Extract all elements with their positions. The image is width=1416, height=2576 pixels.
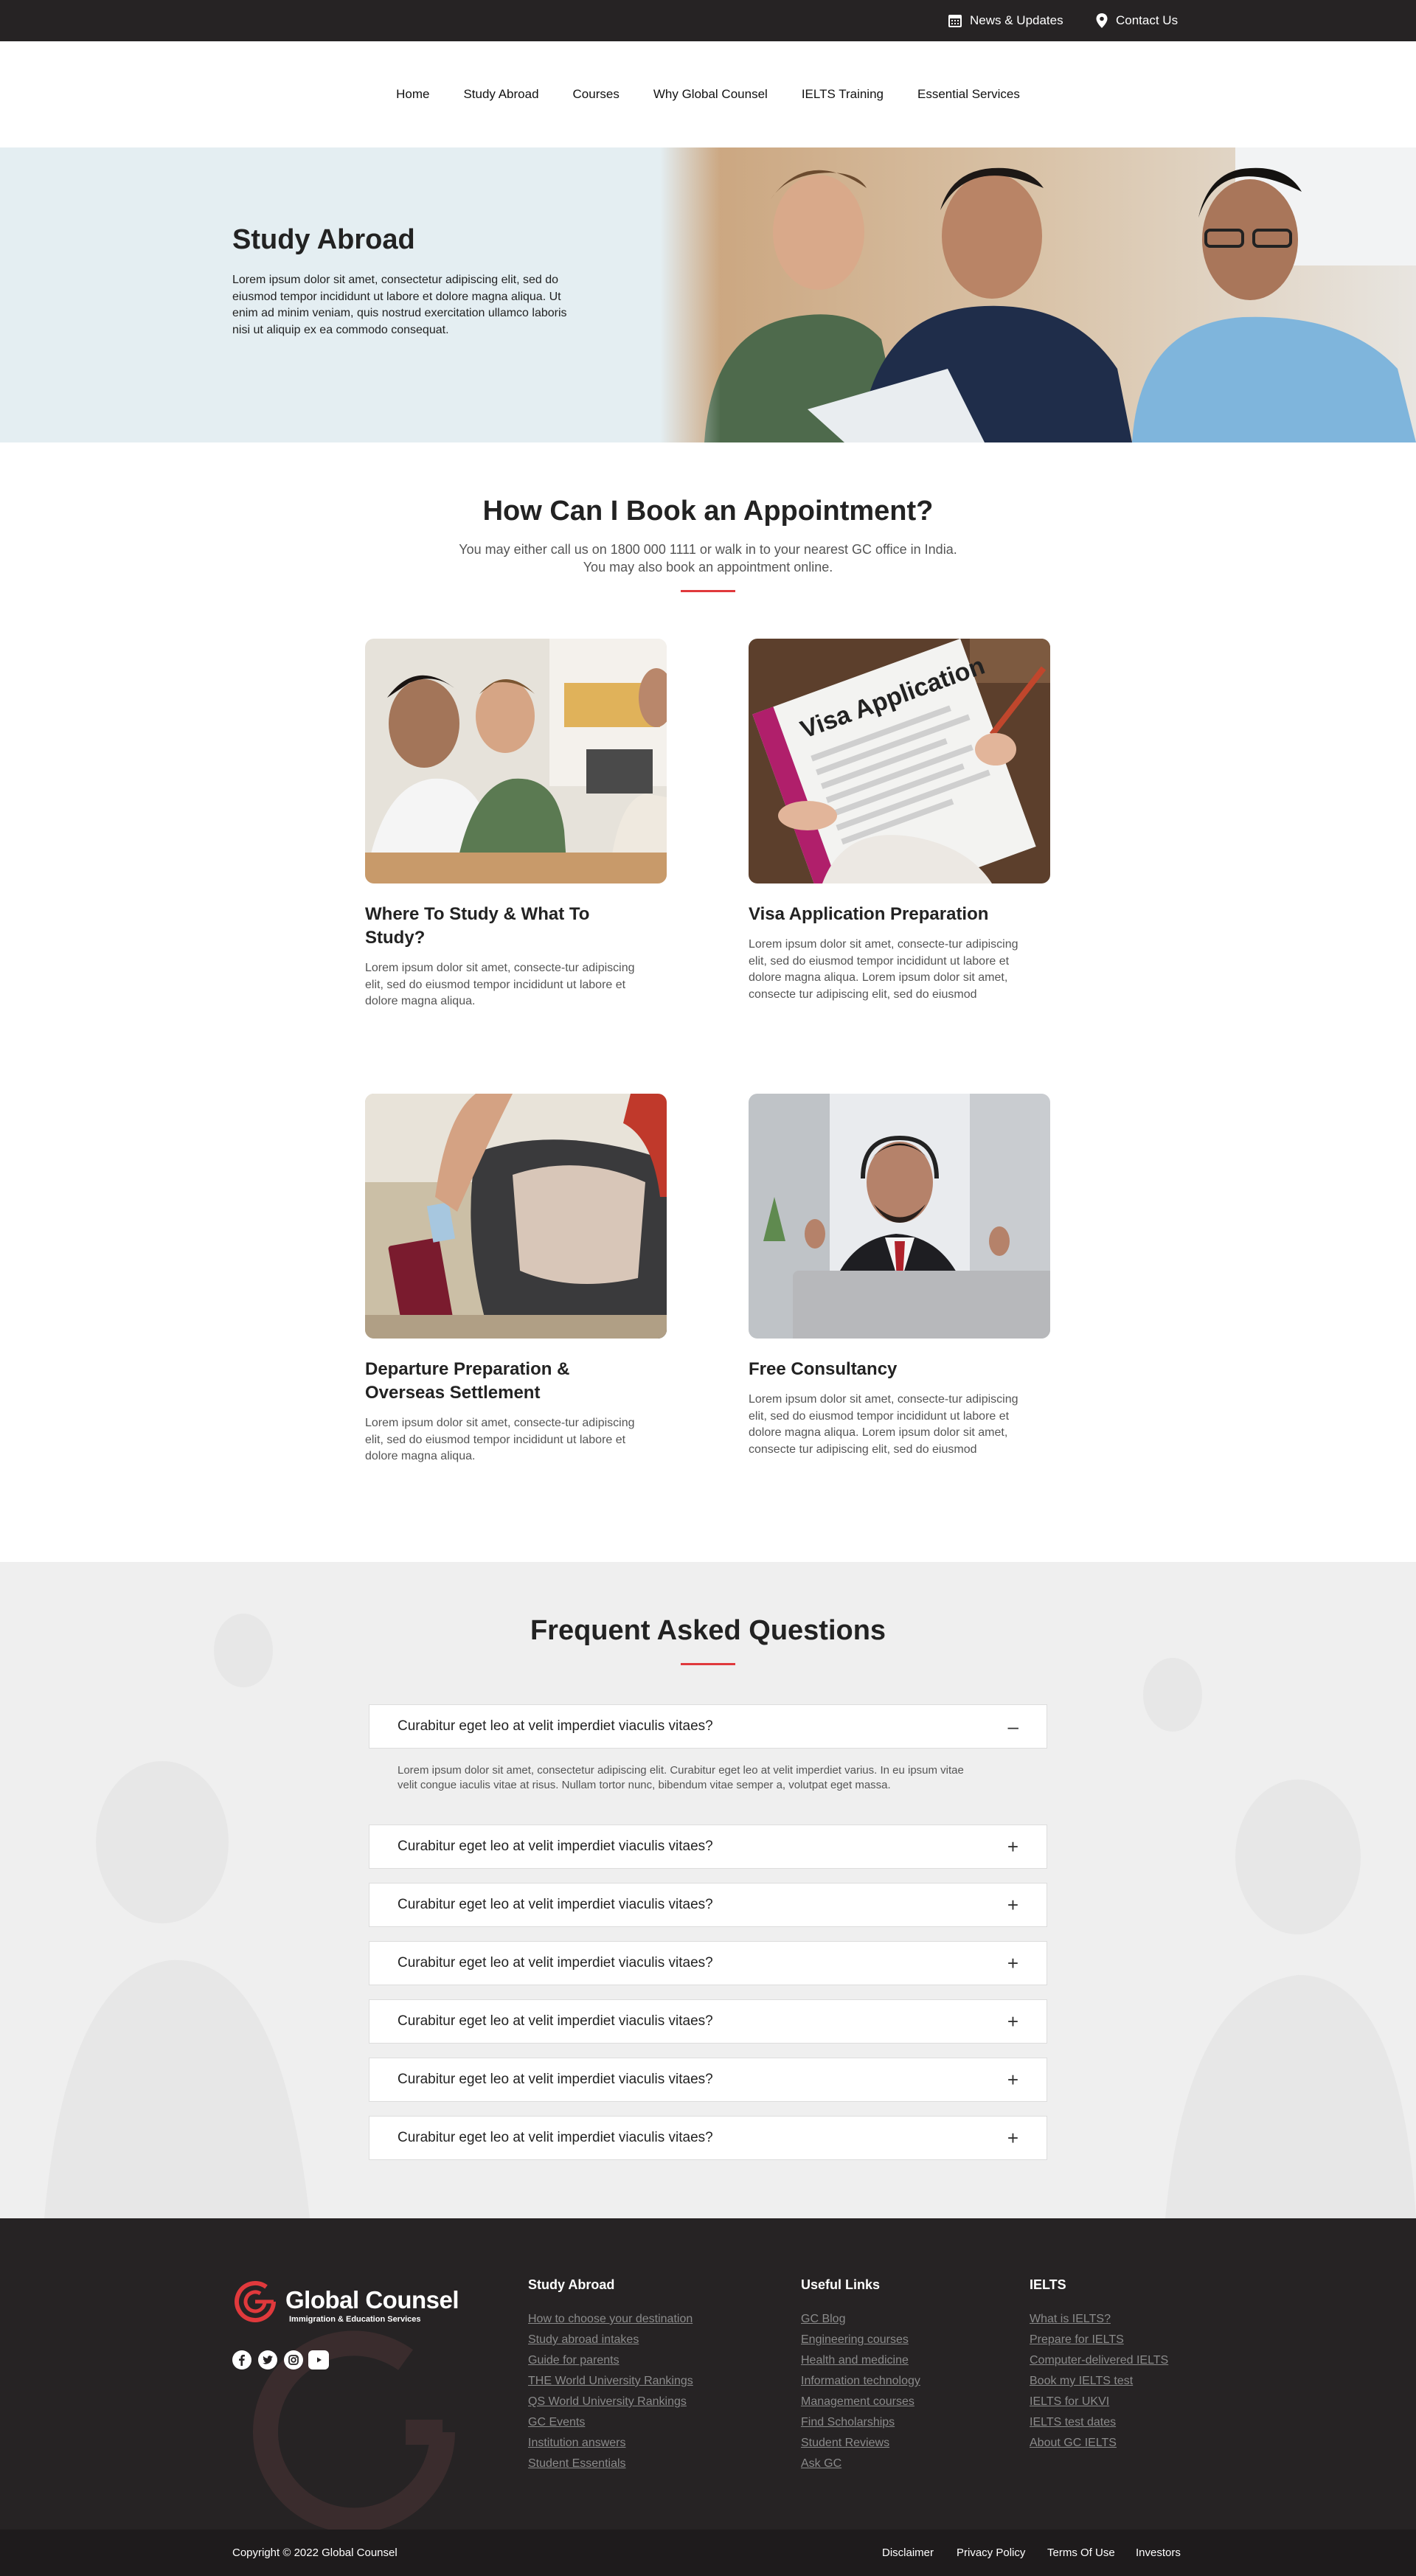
- footer-link[interactable]: About GC IELTS: [1030, 2437, 1117, 2450]
- expand-icon[interactable]: +: [1007, 1954, 1018, 1973]
- facebook-icon[interactable]: [232, 2350, 251, 2370]
- terms-of-use-link[interactable]: Terms Of Use: [1047, 2530, 1115, 2576]
- footer-link[interactable]: Student Reviews: [801, 2437, 889, 2450]
- main-nav: Home Study Abroad Courses Why Global Cou…: [0, 41, 1416, 147]
- expand-icon[interactable]: +: [1007, 1837, 1018, 1856]
- footer-link[interactable]: Guide for parents: [528, 2354, 620, 2367]
- top-bar: News & Updates Contact Us: [0, 0, 1416, 41]
- contact-us-label: Contact Us: [1116, 13, 1179, 27]
- disclaimer-link[interactable]: Disclaimer: [882, 2530, 934, 2576]
- hero-students-photo: [660, 147, 1416, 442]
- faq-question: Curabitur eget leo at velit imperdiet vi…: [398, 2130, 713, 2145]
- faq-item[interactable]: Curabitur eget leo at velit imperdiet vi…: [369, 2116, 1047, 2160]
- copyright-text: Copyright © 2022 Global Counsel: [232, 2547, 398, 2559]
- footer-link[interactable]: THE World University Rankings: [528, 2375, 693, 2388]
- investors-link[interactable]: Investors: [1136, 2530, 1181, 2576]
- hero-banner: Study Abroad Lorem ipsum dolor sit amet,…: [0, 147, 1416, 442]
- footer-link[interactable]: Management courses: [801, 2395, 914, 2409]
- footer-link[interactable]: GC Blog: [801, 2313, 845, 2326]
- card-title-free-consultancy[interactable]: Free Consultancy: [749, 1358, 992, 1381]
- footer-link[interactable]: Student Essentials: [528, 2457, 626, 2471]
- card-title-visa-preparation[interactable]: Visa Application Preparation: [749, 903, 1029, 926]
- youtube-icon[interactable]: [308, 2350, 329, 2370]
- faq-item[interactable]: Curabitur eget leo at velit imperdiet vi…: [369, 1999, 1047, 2044]
- collapse-icon[interactable]: –: [1008, 1717, 1018, 1736]
- footer-link[interactable]: Engineering courses: [801, 2333, 909, 2347]
- nav-courses[interactable]: Courses: [573, 87, 620, 102]
- footer-link[interactable]: IELTS test dates: [1030, 2416, 1116, 2429]
- footer-link[interactable]: Information technology: [801, 2375, 920, 2388]
- footer-link[interactable]: Study abroad intakes: [528, 2333, 639, 2347]
- footer-link[interactable]: How to choose your destination: [528, 2313, 693, 2326]
- footer-column-title: Useful Links: [801, 2277, 881, 2292]
- footer-brand-name[interactable]: Global Counsel: [285, 2286, 459, 2314]
- card-title-departure-preparation[interactable]: Departure Preparation & Overseas Settlem…: [365, 1358, 616, 1405]
- news-updates-label: News & Updates: [970, 13, 1063, 27]
- card-title-where-to-study[interactable]: Where To Study & What To Study?: [365, 903, 608, 950]
- booking-divider: [681, 590, 735, 592]
- faq-answer: Lorem ipsum dolor sit amet, consectetur …: [398, 1764, 964, 1791]
- booking-subtitle: You may either call us on 1800 000 1111 …: [459, 542, 957, 574]
- twitter-icon[interactable]: [258, 2350, 277, 2370]
- expand-icon[interactable]: +: [1007, 2012, 1018, 2031]
- nav-why-global-counsel[interactable]: Why Global Counsel: [653, 87, 768, 102]
- calendar-icon: [948, 15, 962, 27]
- card-image-free-consultancy[interactable]: [749, 1094, 1050, 1339]
- faq-divider: [681, 1663, 735, 1665]
- footer-link[interactable]: Computer-delivered IELTS: [1030, 2354, 1168, 2367]
- nav-home[interactable]: Home: [396, 87, 429, 102]
- footer-link[interactable]: Health and medicine: [801, 2354, 909, 2367]
- footer-link[interactable]: Find Scholarships: [801, 2416, 895, 2429]
- footer-link[interactable]: QS World University Rankings: [528, 2395, 687, 2409]
- privacy-policy-link[interactable]: Privacy Policy: [957, 2530, 1025, 2576]
- footer-brand-tagline: Immigration & Education Services: [289, 2315, 421, 2324]
- footer-link[interactable]: IELTS for UKVI: [1030, 2395, 1109, 2409]
- news-updates-link[interactable]: News & Updates: [948, 0, 1063, 41]
- site-footer: Global Counsel Immigration & Education S…: [0, 2218, 1416, 2530]
- card-text-where-to-study: Lorem ipsum dolor sit amet, consecte-tur…: [365, 962, 635, 1007]
- faq-item[interactable]: Curabitur eget leo at velit imperdiet vi…: [369, 1704, 1047, 1749]
- nav-study-abroad[interactable]: Study Abroad: [463, 87, 538, 102]
- global-counsel-logo-icon[interactable]: [231, 2277, 280, 2326]
- nav-essential-services[interactable]: Essential Services: [917, 87, 1020, 102]
- faq-item[interactable]: Curabitur eget leo at velit imperdiet vi…: [369, 1825, 1047, 1869]
- faq-section: Frequent Asked Questions Curabitur eget …: [0, 1562, 1416, 2218]
- expand-icon[interactable]: +: [1007, 1895, 1018, 1914]
- card-text-visa-preparation: Lorem ipsum dolor sit amet, consecte-tur…: [749, 938, 1018, 1001]
- map-pin-icon: [1096, 13, 1108, 28]
- hero-text: Lorem ipsum dolor sit amet, consectetur …: [232, 274, 567, 336]
- card-text-free-consultancy: Lorem ipsum dolor sit amet, consecte-tur…: [749, 1393, 1018, 1456]
- contact-us-link[interactable]: Contact Us: [1095, 0, 1178, 41]
- footer-watermark-logo: [253, 2330, 455, 2530]
- expand-icon[interactable]: +: [1007, 2128, 1018, 2148]
- footer-link[interactable]: Ask GC: [801, 2457, 841, 2471]
- booking-title: How Can I Book an Appointment?: [482, 496, 934, 527]
- footer-link[interactable]: GC Events: [528, 2416, 585, 2429]
- faq-question: Curabitur eget leo at velit imperdiet vi…: [398, 1839, 713, 1854]
- faq-item[interactable]: Curabitur eget leo at velit imperdiet vi…: [369, 1883, 1047, 1927]
- faq-question: Curabitur eget leo at velit imperdiet vi…: [398, 1718, 713, 1734]
- faq-item[interactable]: Curabitur eget leo at velit imperdiet vi…: [369, 2058, 1047, 2102]
- card-text-departure-preparation: Lorem ipsum dolor sit amet, consecte-tur…: [365, 1417, 635, 1462]
- card-image-departure-luggage[interactable]: [365, 1094, 667, 1339]
- hero-title: Study Abroad: [232, 224, 415, 255]
- faq-item[interactable]: Curabitur eget leo at velit imperdiet vi…: [369, 1941, 1047, 1985]
- footer-link[interactable]: Book my IELTS test: [1030, 2375, 1133, 2388]
- instagram-icon[interactable]: [284, 2350, 303, 2370]
- faq-question: Curabitur eget leo at velit imperdiet vi…: [398, 2072, 713, 2087]
- faq-question: Curabitur eget leo at velit imperdiet vi…: [398, 1897, 713, 1912]
- expand-icon[interactable]: +: [1007, 2070, 1018, 2089]
- footer-link[interactable]: Prepare for IELTS: [1030, 2333, 1124, 2347]
- nav-ielts-training[interactable]: IELTS Training: [802, 87, 884, 102]
- footer-link[interactable]: Institution answers: [528, 2437, 626, 2450]
- faq-title: Frequent Asked Questions: [530, 1615, 886, 1646]
- faq-question: Curabitur eget leo at velit imperdiet vi…: [398, 2013, 713, 2029]
- card-image-visa-form[interactable]: Visa Application: [749, 639, 1050, 883]
- bottom-bar: Copyright © 2022 Global Counsel Disclaim…: [0, 2530, 1416, 2576]
- footer-link[interactable]: What is IELTS?: [1030, 2313, 1111, 2326]
- footer-column-title: Study Abroad: [528, 2277, 615, 2292]
- card-image-study-group[interactable]: [365, 639, 667, 883]
- faq-question: Curabitur eget leo at velit imperdiet vi…: [398, 1955, 713, 1971]
- footer-column-title: IELTS: [1030, 2277, 1066, 2292]
